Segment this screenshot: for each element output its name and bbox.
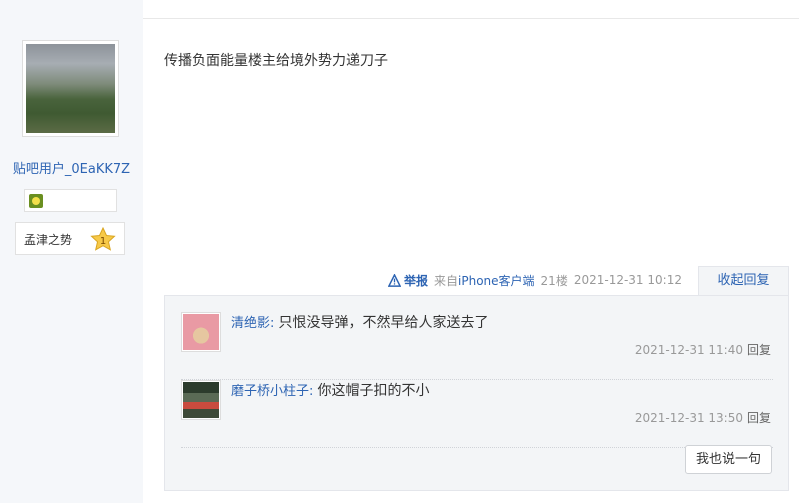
reply-line: 磨子桥小柱子: 你这帽子扣的不小	[231, 380, 430, 400]
reply-time: 2021-12-31 11:40	[634, 343, 743, 357]
reply-text: 你这帽子扣的不小	[317, 383, 430, 399]
via-text: 来自iPhone客户端	[434, 272, 535, 289]
level-name: 孟津之势	[24, 233, 73, 247]
reply-button[interactable]: 回复	[747, 343, 771, 357]
post-timestamp: 2021-12-31 10:12	[573, 273, 682, 287]
reply-line: 清绝影: 只恨没导弹，不然早给人家送去了	[231, 312, 489, 332]
level-star-icon: 1	[90, 227, 116, 251]
reply-button[interactable]: 回复	[747, 411, 771, 425]
report-button[interactable]: 举报	[388, 272, 428, 289]
reply-text: 只恨没导弹，不然早给人家送去了	[278, 315, 489, 331]
add-reply-button[interactable]: 我也说一句	[685, 445, 772, 474]
author-username[interactable]: 贴吧用户_0EaKK7Z	[0, 158, 143, 177]
avatar[interactable]	[183, 382, 219, 418]
report-label[interactable]: 举报	[404, 272, 428, 289]
list-item: 清绝影: 只恨没导弹，不然早给人家送去了 2021-12-31 11:40 回复	[181, 312, 773, 380]
member-badge-icon[interactable]	[29, 194, 43, 208]
warning-icon	[388, 273, 401, 287]
top-cut-text	[453, 0, 493, 2]
author-avatar-frame[interactable]	[22, 40, 119, 137]
top-bar	[143, 0, 799, 19]
via-prefix: 来自	[434, 273, 459, 288]
reply-separator: :	[270, 316, 279, 331]
reply-author[interactable]: 磨子桥小柱子	[231, 384, 309, 399]
client-link[interactable]: iPhone客户端	[458, 274, 535, 288]
reply-list: 清绝影: 只恨没导弹，不然早给人家送去了 2021-12-31 11:40 回复 …	[164, 295, 789, 491]
reply-separator: :	[309, 384, 318, 399]
reply-meta: 2021-12-31 11:40 回复	[635, 341, 771, 358]
avatar[interactable]	[183, 314, 219, 350]
reply-author[interactable]: 清绝影	[231, 316, 270, 331]
author-sidebar: 贴吧用户_0EaKK7Z 孟津之势 1	[0, 0, 143, 503]
reply-avatar[interactable]	[181, 380, 221, 420]
floor-number: 21楼	[540, 273, 568, 288]
level-box[interactable]: 孟津之势 1	[15, 222, 125, 255]
reply-meta: 2021-12-31 13:50 回复	[635, 409, 771, 426]
reply-avatar[interactable]	[181, 312, 221, 352]
member-badge-box[interactable]	[24, 189, 117, 212]
post-tail: 举报 来自iPhone客户端 21楼 2021-12-31 10:12	[388, 272, 682, 288]
list-item: 磨子桥小柱子: 你这帽子扣的不小 2021-12-31 13:50 回复	[181, 380, 773, 448]
level-number: 1	[100, 236, 106, 247]
reply-time: 2021-12-31 13:50	[634, 411, 743, 425]
avatar[interactable]	[26, 44, 115, 133]
post-content: 传播负面能量楼主给境外势力递刀子	[164, 53, 388, 69]
collapse-replies-button[interactable]: 收起回复	[698, 266, 789, 296]
